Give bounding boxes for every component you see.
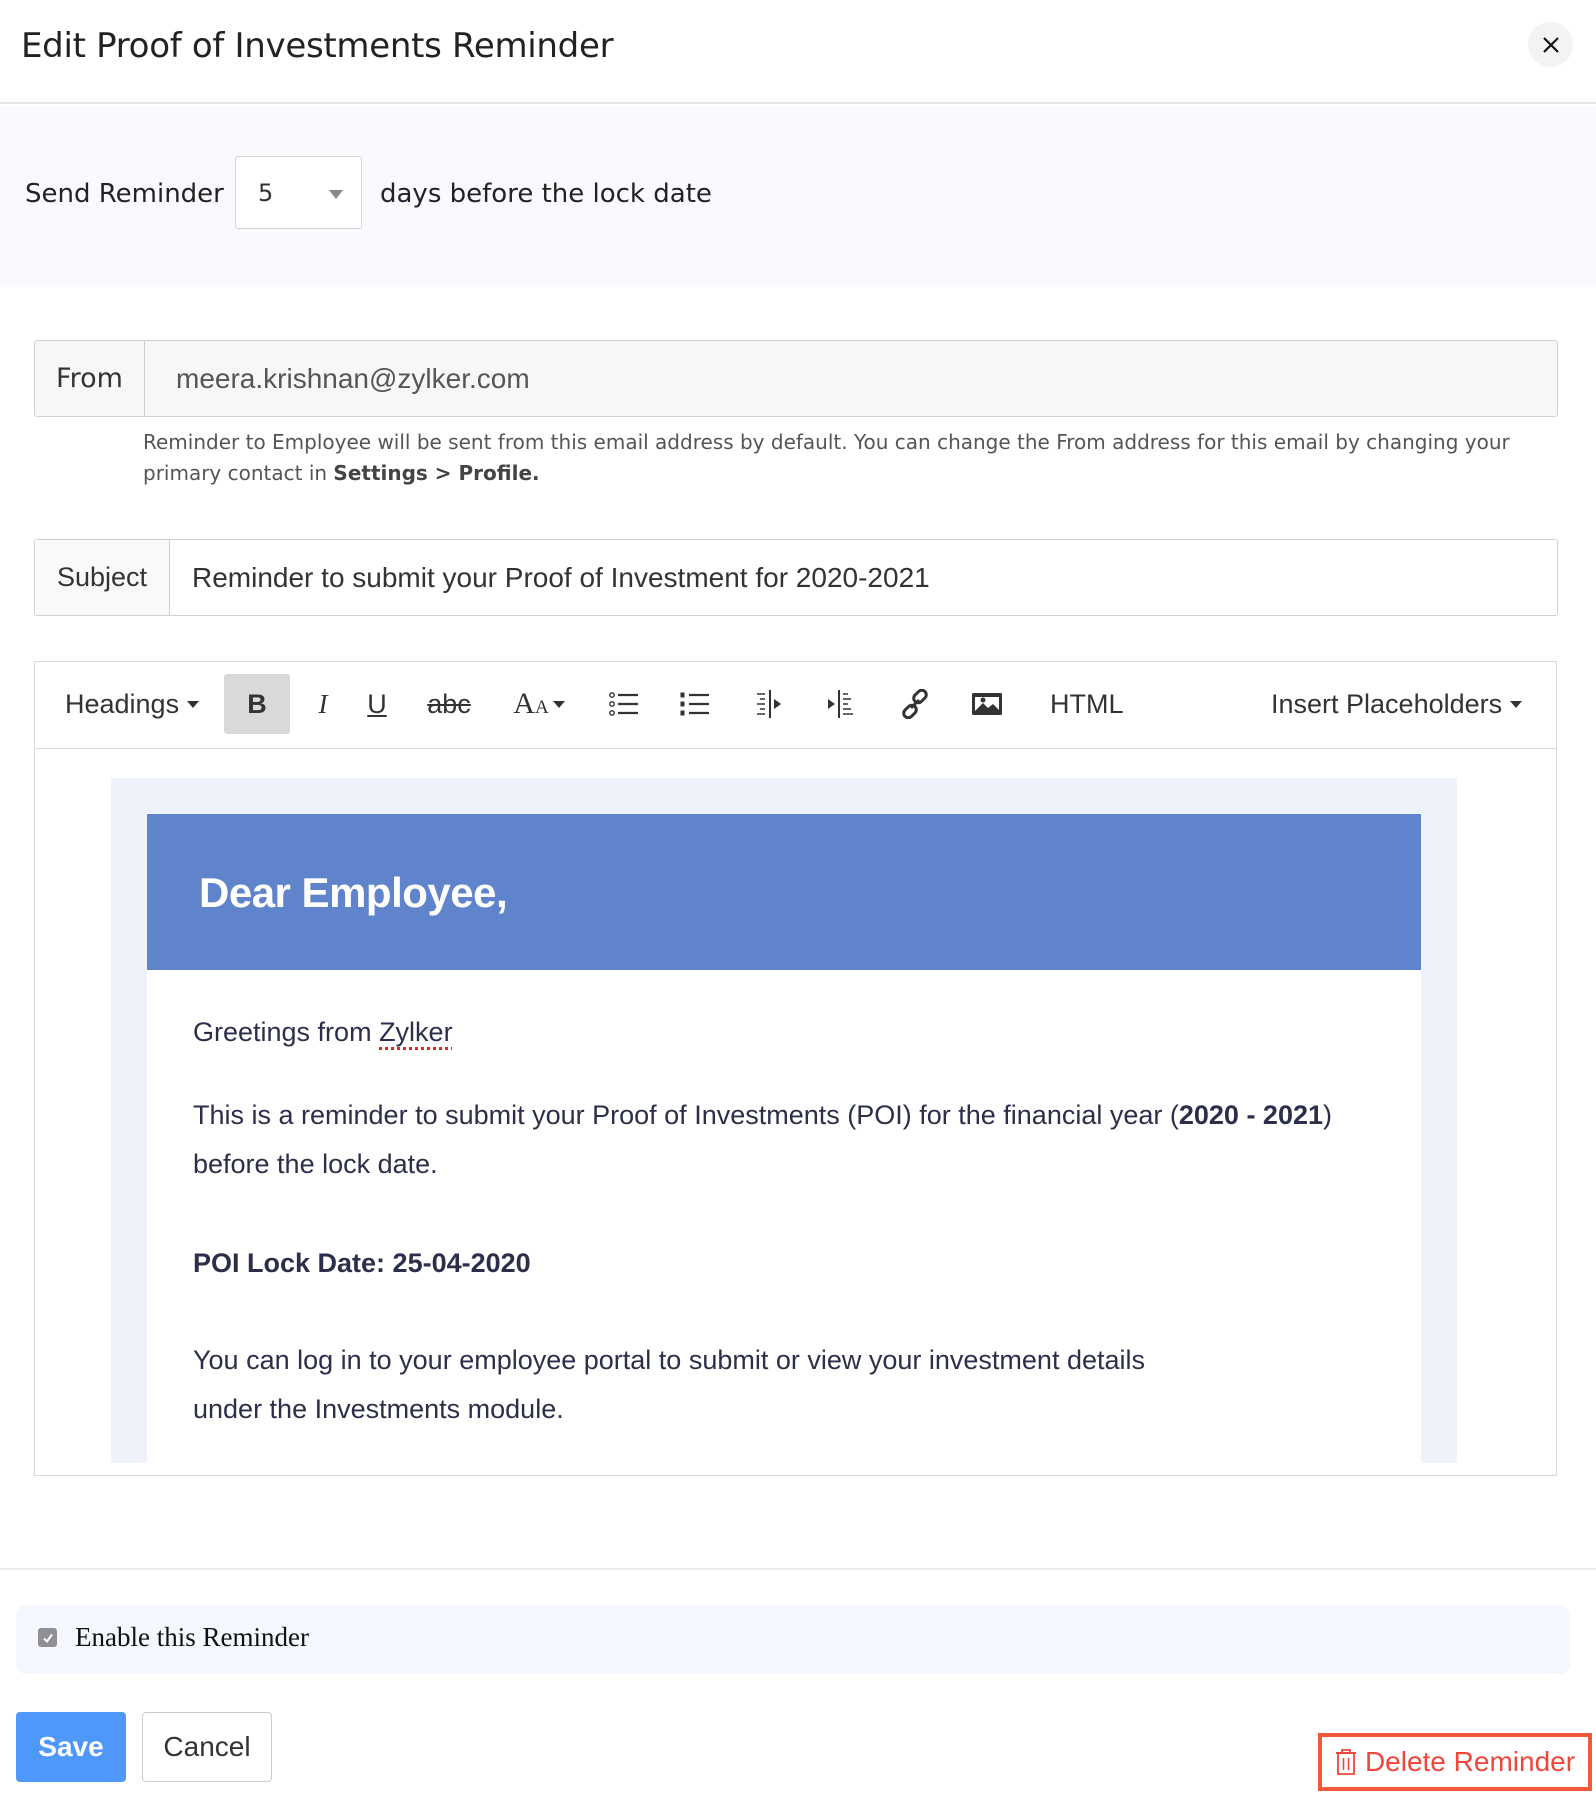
bulleted-list-button[interactable]	[604, 674, 644, 734]
days-select[interactable]: 5	[235, 156, 362, 229]
headings-dropdown[interactable]: Headings	[65, 674, 200, 734]
outdent-icon	[757, 690, 781, 718]
company-name: Zylker	[379, 1017, 453, 1047]
font-size-icon: AA	[513, 687, 548, 721]
bulleted-list-icon	[609, 692, 638, 716]
insert-link-button[interactable]	[895, 674, 935, 734]
from-label: From	[35, 341, 145, 416]
font-size-large-glyph: A	[513, 687, 535, 720]
save-button[interactable]: Save	[16, 1712, 126, 1782]
font-size-small-glyph: A	[534, 697, 549, 718]
email-lock-date: POI Lock Date: 25-04-2020	[193, 1248, 531, 1278]
enable-reminder-section: Enable this Reminder	[16, 1605, 1570, 1674]
delete-reminder-button[interactable]: Delete Reminder	[1318, 1733, 1592, 1791]
email-greeting: Greetings from Zylker	[193, 1008, 1393, 1057]
chevron-down-icon	[329, 190, 343, 199]
subject-input[interactable]: Reminder to submit your Proof of Investm…	[170, 540, 1557, 615]
html-source-button[interactable]: HTML	[1050, 674, 1124, 734]
financial-year: 2020 - 2021	[1178, 1100, 1323, 1130]
chevron-down-icon	[1510, 700, 1523, 708]
reminder-text-close: )	[1323, 1100, 1332, 1130]
greeting-text: Greetings from	[193, 1017, 380, 1047]
insert-image-button[interactable]	[967, 674, 1007, 734]
days-suffix-label: days before the lock date	[380, 179, 712, 209]
from-field: meera.krishnan@zylker.com	[145, 341, 1557, 416]
bold-button[interactable]: B	[224, 674, 290, 734]
close-button[interactable]	[1528, 22, 1573, 67]
close-icon	[1542, 36, 1559, 53]
cancel-button[interactable]: Cancel	[142, 1712, 272, 1782]
chevron-down-icon	[552, 700, 565, 708]
send-reminder-section: Send Reminder 5 days before the lock dat…	[0, 106, 1596, 287]
chevron-down-icon	[187, 700, 200, 708]
email-portal-paragraph: You can log in to your employee portal t…	[193, 1345, 1146, 1424]
days-select-value: 5	[258, 179, 274, 207]
italic-button[interactable]: I	[303, 674, 343, 734]
enable-reminder-label: Enable this Reminder	[75, 1622, 309, 1652]
from-field-group: From meera.krishnan@zylker.com	[34, 340, 1558, 417]
modal-header: Edit Proof of Investments Reminder	[0, 0, 1596, 104]
editor-toolbar: Headings B I U abc AA HTML Insert Placeh…	[35, 662, 1556, 749]
headings-label: Headings	[65, 688, 180, 719]
send-reminder-label: Send Reminder	[25, 179, 224, 209]
delete-reminder-label: Delete Reminder	[1364, 1746, 1576, 1777]
underline-button[interactable]: U	[357, 674, 397, 734]
checkmark-icon	[42, 1633, 53, 1643]
subject-field-group: Subject Reminder to submit your Proof of…	[34, 539, 1558, 616]
numbered-list-button[interactable]	[675, 674, 715, 734]
link-icon	[902, 689, 928, 719]
settings-profile-path: Settings > Profile.	[333, 461, 540, 485]
email-salutation: Dear Employee,	[199, 869, 508, 916]
enable-reminder-checkbox[interactable]	[38, 1628, 57, 1647]
insert-placeholders-label: Insert Placeholders	[1271, 688, 1503, 719]
modal-title: Edit Proof of Investments Reminder	[21, 26, 614, 66]
reminder-text: This is a reminder to submit your Proof …	[193, 1100, 1179, 1130]
editor-content[interactable]: Dear Employee, Greetings from Zylker Thi…	[35, 750, 1556, 1475]
insert-placeholders-dropdown[interactable]: Insert Placeholders	[1271, 674, 1523, 734]
strikethrough-button[interactable]: abc	[419, 674, 479, 734]
image-icon	[972, 693, 1002, 715]
email-reminder-paragraph: This is a reminder to submit your Proof …	[193, 1091, 1393, 1189]
rich-text-editor: Headings B I U abc AA HTML Insert Placeh…	[34, 661, 1557, 1476]
email-header-banner: Dear Employee,	[147, 814, 1421, 970]
footer-divider	[0, 1568, 1596, 1570]
email-template-wrapper: Dear Employee, Greetings from Zylker Thi…	[111, 778, 1457, 1475]
email-template-card: Dear Employee, Greetings from Zylker Thi…	[147, 814, 1421, 1475]
indent-button[interactable]	[820, 674, 860, 734]
font-size-dropdown[interactable]: AA	[509, 674, 569, 734]
trash-icon	[1335, 1749, 1357, 1775]
reminder-text-line2: before the lock date.	[193, 1149, 438, 1179]
outdent-button[interactable]	[749, 674, 789, 734]
subject-label: Subject	[35, 540, 170, 615]
indent-icon	[828, 690, 853, 718]
from-helper-text: Reminder to Employee will be sent from t…	[143, 427, 1543, 489]
numbered-list-icon	[680, 692, 709, 716]
